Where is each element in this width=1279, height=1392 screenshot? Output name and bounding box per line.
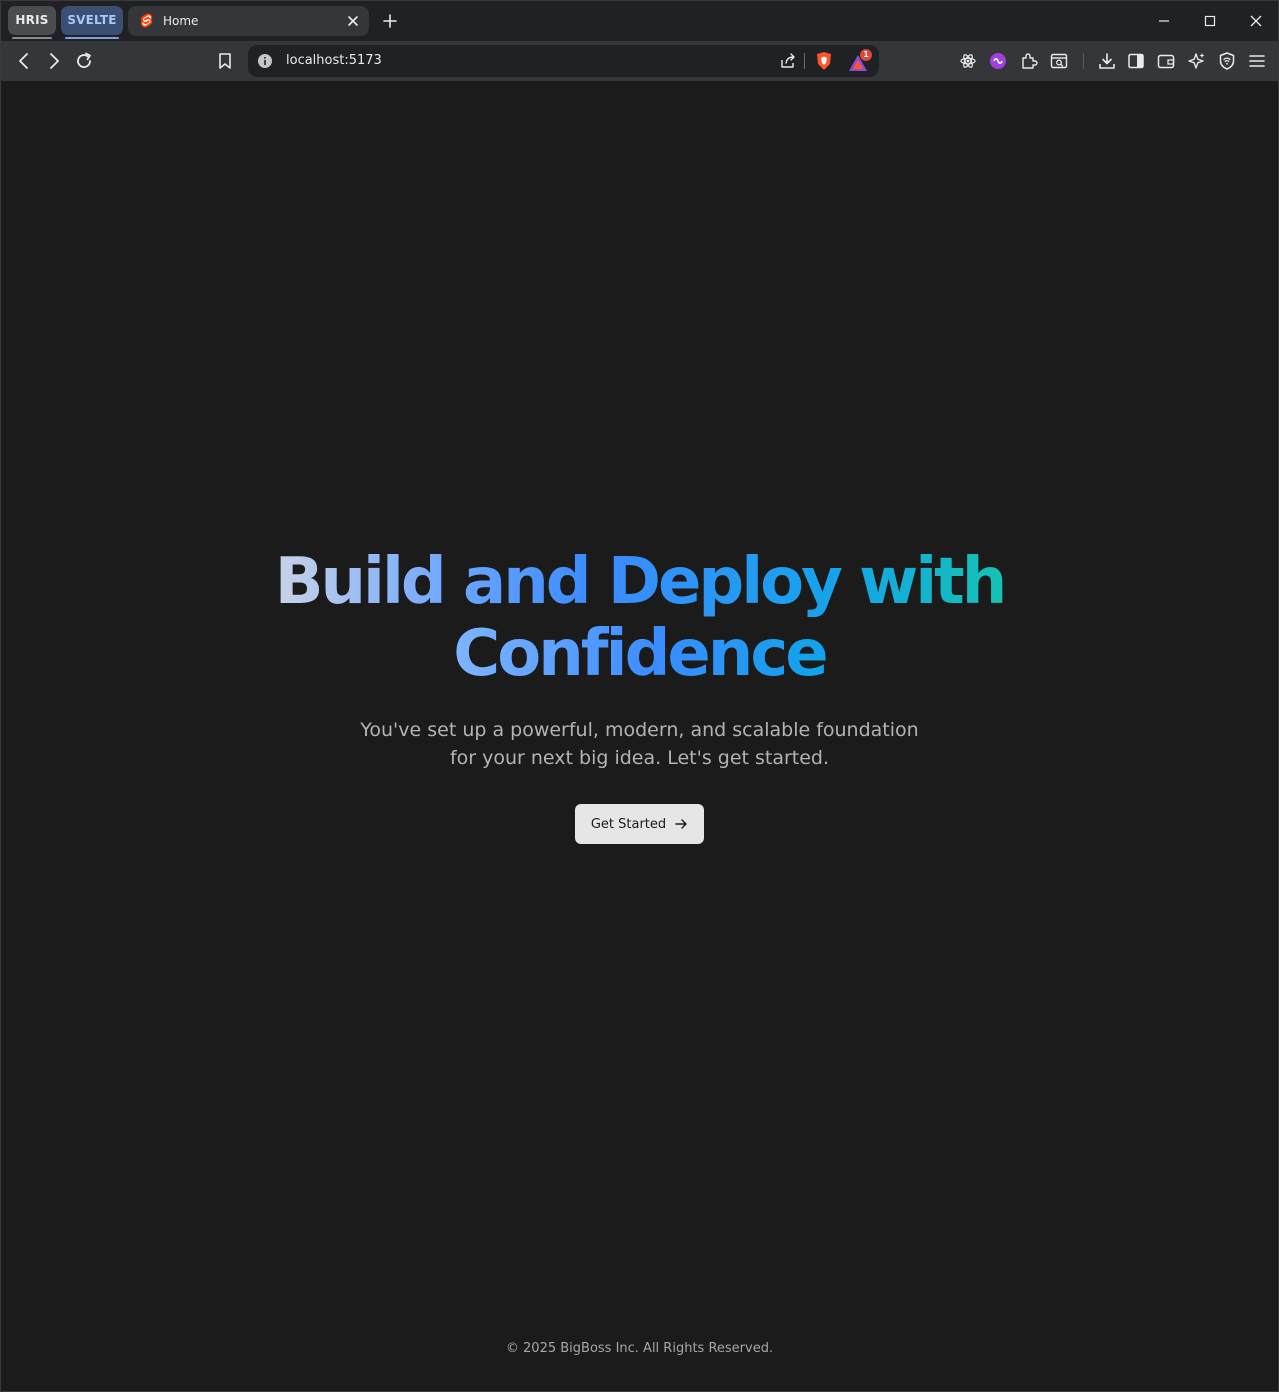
get-started-label: Get Started — [590, 816, 667, 832]
sidebar-icon[interactable] — [1126, 51, 1146, 71]
omnibox-divider — [804, 53, 805, 69]
tab-group-label: SVELTE — [67, 13, 117, 27]
arrow-right-icon — [675, 819, 687, 829]
browser-toolbar: localhost:5173 1 — [1, 41, 1278, 81]
vpn-shield-icon[interactable] — [1217, 51, 1237, 71]
hero-subtitle: You've set up a powerful, modern, and sc… — [360, 719, 919, 769]
brave-rewards-button[interactable]: 1 — [848, 49, 872, 73]
footer-copyright: © 2025 BigBoss Inc. All Rights Reserved. — [505, 1341, 774, 1356]
address-bar[interactable]: localhost:5173 1 — [248, 45, 879, 77]
get-started-button[interactable]: Get Started — [574, 804, 705, 844]
minimize-icon[interactable] — [1155, 12, 1173, 30]
tab-group-underline — [12, 37, 52, 39]
page-viewport: Build and Deploy with Confidence You've … — [1, 81, 1278, 1391]
svelte-logo-icon — [140, 13, 153, 28]
forward-icon[interactable] — [44, 51, 64, 71]
maximize-icon[interactable] — [1201, 12, 1219, 30]
window-close-icon[interactable] — [1247, 12, 1265, 30]
tab-group-svelte[interactable]: SVELTE — [61, 6, 123, 39]
tab-strip: HRIS SVELTE Home — [1, 1, 1278, 41]
notification-badge: 1 — [860, 49, 872, 61]
headline-part-2: Deploy with — [607, 545, 1007, 619]
new-tab-icon[interactable] — [381, 12, 399, 30]
extensions-icon[interactable] — [1019, 51, 1039, 71]
headline-part-3: Confidence — [453, 617, 828, 691]
tab-home[interactable]: Home — [128, 6, 369, 36]
tab-group-hris[interactable]: HRIS — [8, 6, 56, 39]
hero-section: Build and Deploy with Confidence You've … — [1, 546, 1278, 844]
toolbar-divider — [1083, 53, 1084, 69]
url-text[interactable]: localhost:5173 — [286, 45, 382, 77]
browser-window: HRIS SVELTE Home localhost:5173 1 Build … — [0, 0, 1279, 1392]
wallet-icon[interactable] — [1156, 51, 1176, 71]
headline-part-1: Build and — [274, 545, 592, 619]
tab-group-label: HRIS — [15, 13, 49, 27]
tab-search-icon[interactable] — [1049, 51, 1069, 71]
hero-headline: Build and Deploy with Confidence — [1, 546, 1278, 690]
back-icon[interactable] — [14, 51, 34, 71]
site-info-icon[interactable] — [257, 53, 273, 69]
react-devtools-icon[interactable] — [958, 51, 978, 71]
close-icon[interactable] — [345, 13, 361, 29]
extension-purple-icon[interactable] — [988, 51, 1008, 71]
tab-title: Home — [163, 14, 199, 28]
reload-icon[interactable] — [74, 51, 94, 71]
tab-group-underline — [65, 37, 119, 39]
bookmark-icon[interactable] — [215, 51, 235, 71]
leo-ai-icon[interactable] — [1187, 51, 1207, 71]
share-icon[interactable] — [779, 52, 797, 70]
brave-shields-icon[interactable] — [815, 51, 833, 71]
downloads-icon[interactable] — [1097, 51, 1117, 71]
menu-icon[interactable] — [1247, 51, 1267, 71]
